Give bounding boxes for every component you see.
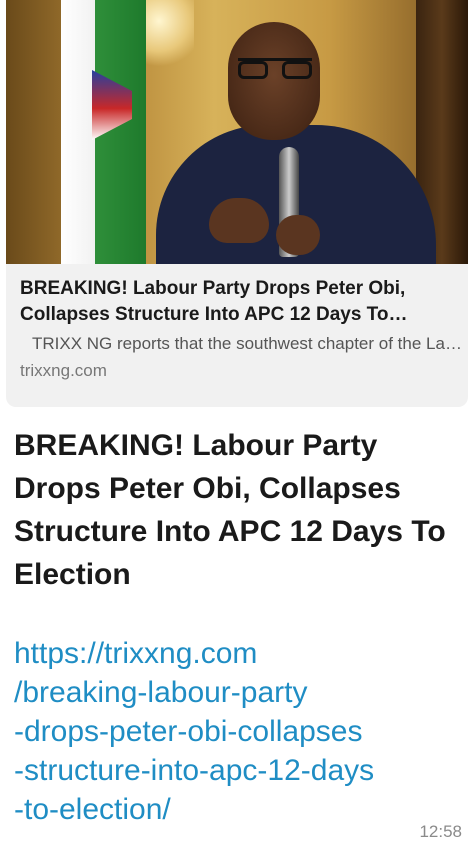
link-preview-image[interactable]	[6, 0, 468, 264]
link-preview-card[interactable]: BREAKING! Labour Party Drops Peter Obi, …	[6, 0, 468, 407]
speaker-hand-holding-mic	[276, 215, 320, 255]
link-preview-description: TRIXX NG reports that the southwest chap…	[32, 334, 462, 353]
speaker-head	[228, 22, 320, 140]
message-headline: BREAKING! Labour Party Drops Peter Obi, …	[14, 429, 446, 591]
link-preview-text: BREAKING! Labour Party Drops Peter Obi, …	[20, 276, 462, 382]
message-bubble: BREAKING! Labour Party Drops Peter Obi, …	[0, 0, 474, 855]
message-timestamp: 12:58	[419, 822, 462, 841]
article-link[interactable]: https://trixxng.com /breaking-labour-par…	[14, 634, 464, 829]
link-preview-title: BREAKING! Labour Party Drops Peter Obi, …	[20, 278, 406, 325]
glasses	[238, 58, 312, 81]
link-preview-domain: trixxng.com	[20, 361, 107, 380]
speaker-hand	[209, 198, 269, 243]
